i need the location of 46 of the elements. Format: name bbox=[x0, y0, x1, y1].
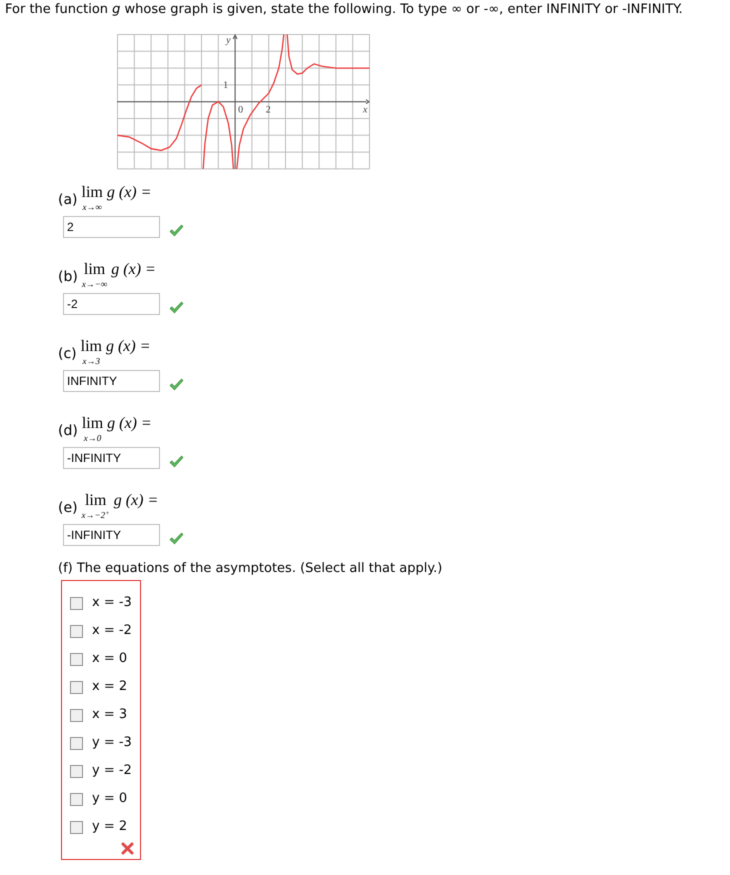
question-text: (f) The equations of the asymptotes. (Select all that apply.) bbox=[58, 560, 444, 578]
checkbox[interactable] bbox=[70, 736, 83, 750]
option-label: y = 2 bbox=[92, 818, 128, 836]
option-label: y = 0 bbox=[92, 790, 128, 808]
checkbox[interactable] bbox=[70, 820, 83, 834]
option-label: x = -3 bbox=[92, 594, 132, 612]
limit-subscript: x→∞ bbox=[82, 202, 102, 212]
checkbox[interactable] bbox=[70, 624, 83, 638]
option-label: y = -2 bbox=[92, 762, 132, 780]
limit-subscript: x→0 bbox=[84, 433, 102, 443]
limit-subscript: x→−∞ bbox=[82, 279, 108, 289]
function-expression: g (x) = bbox=[111, 261, 156, 279]
option-label: x = 3 bbox=[92, 706, 128, 724]
option-label: y = -3 bbox=[92, 734, 132, 752]
answer-field[interactable]: 2 bbox=[63, 216, 160, 238]
answer-field[interactable]: -INFINITY bbox=[63, 524, 160, 546]
checkbox[interactable] bbox=[70, 764, 83, 778]
part-label: (e) bbox=[58, 499, 78, 518]
limit-operator: lim bbox=[80, 338, 102, 356]
function-expression: g (x) = bbox=[106, 184, 152, 202]
option-label: x = 0 bbox=[92, 650, 128, 668]
part-label: (a) bbox=[58, 191, 78, 210]
checkbox[interactable] bbox=[70, 792, 83, 806]
instructions-text: For the function g whose graph is given, state the following. To type ∞ or -∞, enter INFINITY or -INFINITY. bbox=[5, 1, 684, 19]
answer-field[interactable]: -INFINITY bbox=[63, 447, 160, 469]
checkbox[interactable] bbox=[70, 708, 83, 722]
function-expression: g (x) = bbox=[114, 492, 158, 510]
checkbox[interactable] bbox=[70, 596, 83, 610]
checkbox[interactable] bbox=[70, 652, 83, 666]
part-label: (b) bbox=[58, 268, 78, 287]
limit-operator: lim bbox=[82, 415, 104, 433]
limit-operator: lim bbox=[84, 261, 106, 279]
limit-operator: lim bbox=[84, 492, 106, 510]
option-label: x = -2 bbox=[92, 622, 132, 640]
answer-field[interactable]: -2 bbox=[63, 293, 160, 315]
limit-operator: lim bbox=[82, 184, 103, 202]
part-label: (c) bbox=[58, 345, 77, 364]
limit-subscript: x→−2$^{+}$ bbox=[82, 510, 110, 520]
option-label: x = 2 bbox=[92, 678, 128, 696]
function-expression: g (x) = bbox=[107, 415, 152, 433]
checkbox[interactable] bbox=[70, 680, 83, 694]
answer-field[interactable]: INFINITY bbox=[63, 370, 160, 392]
function-expression: g (x) = bbox=[106, 338, 151, 356]
part-label: (d) bbox=[58, 422, 78, 441]
limit-subscript: x→3 bbox=[82, 356, 100, 366]
function-graph-drawing: y x 1 0 2 bbox=[117, 34, 370, 170]
